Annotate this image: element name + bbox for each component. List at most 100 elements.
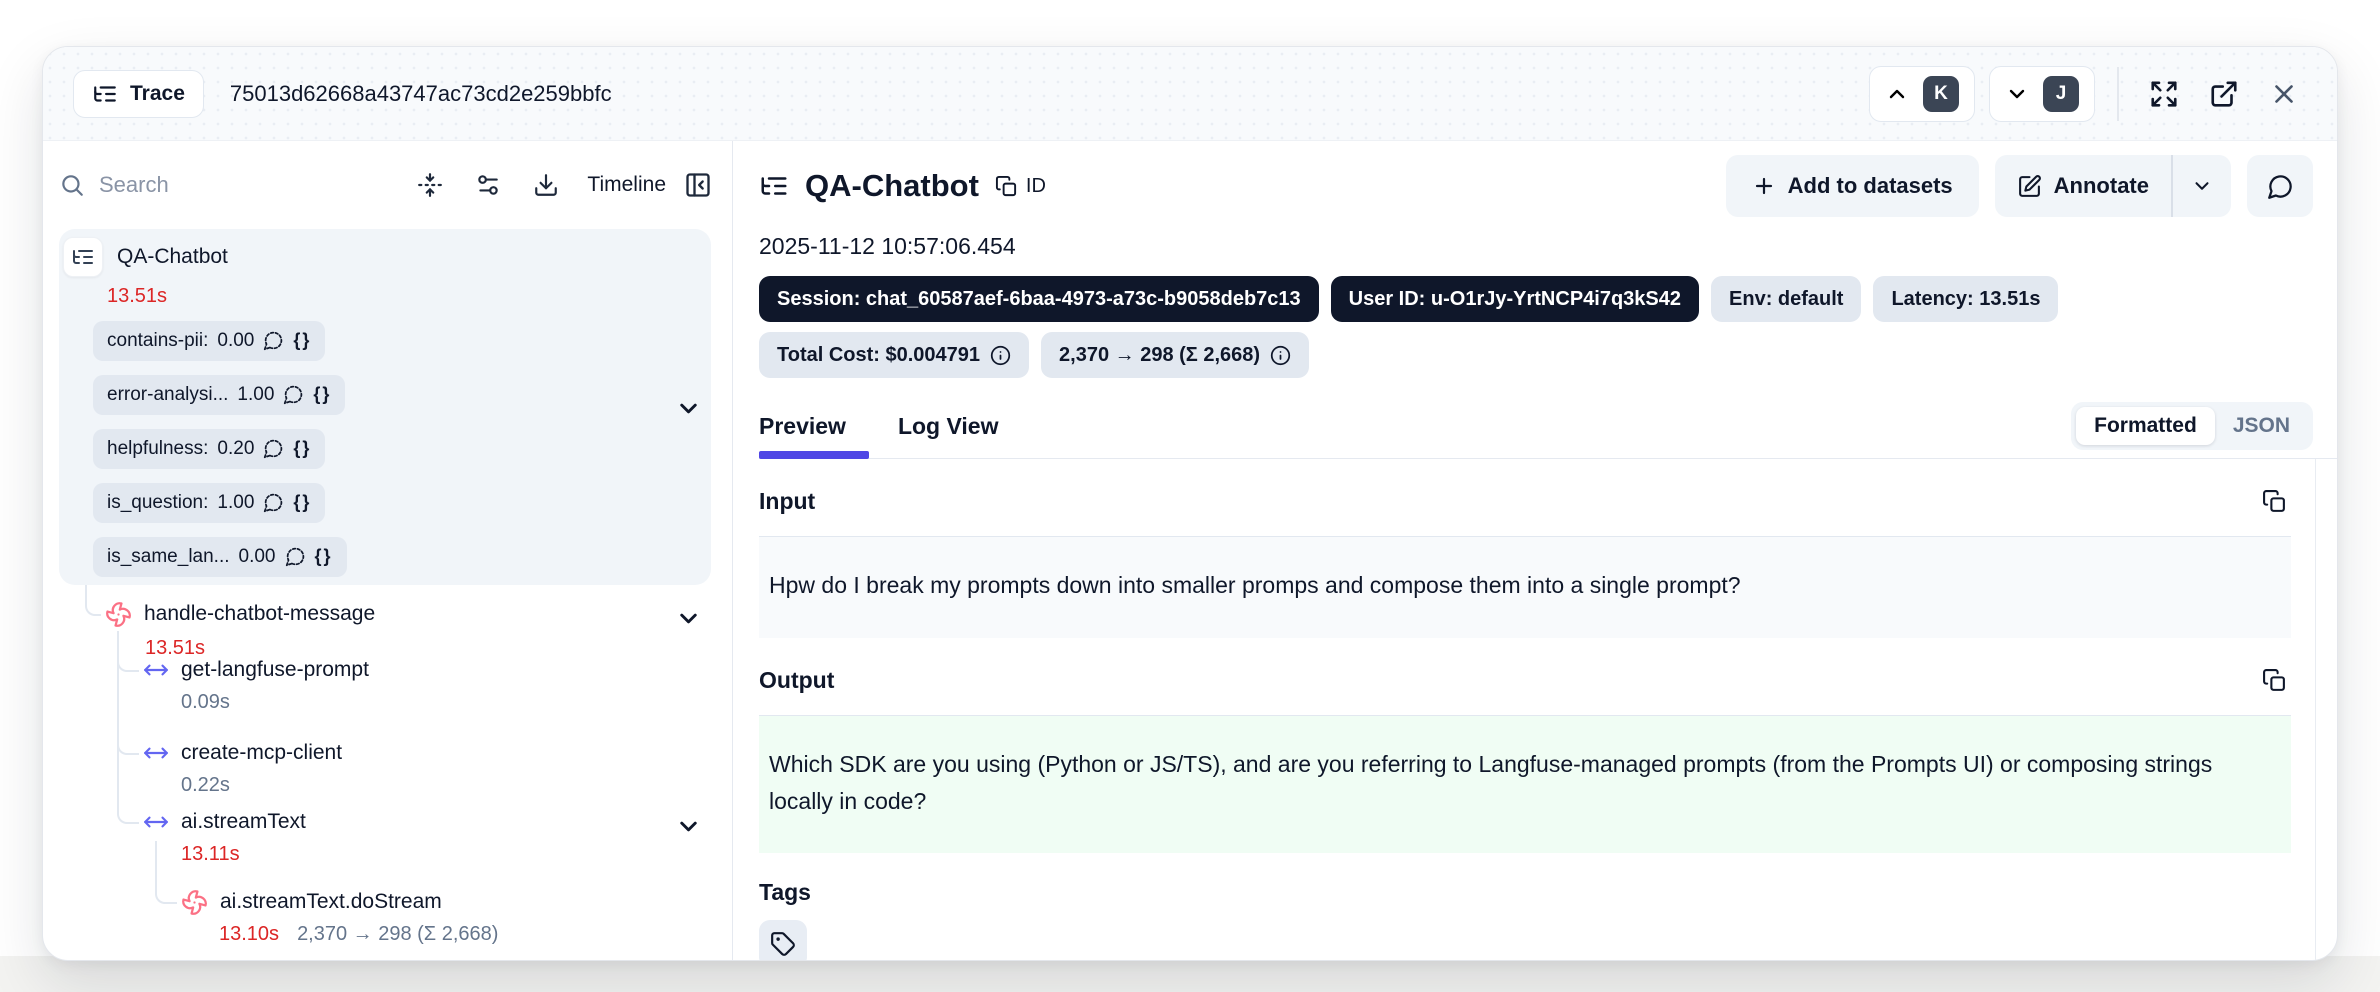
tree-node-label: get-langfuse-prompt bbox=[181, 658, 369, 682]
span-arrows-icon bbox=[143, 657, 169, 683]
score-badge-helpfulness[interactable]: helpfulness: 0.20 {} bbox=[93, 429, 325, 469]
copy-output-button[interactable] bbox=[2258, 664, 2291, 697]
tree-node-tokens: 2,370 → 298 (Σ 2,668) bbox=[297, 923, 498, 946]
close-icon bbox=[2269, 79, 2299, 109]
badge-row: Session: chat_60587aef-6baa-4973-a73c-b9… bbox=[759, 276, 2313, 322]
score-badge-error-analysis[interactable]: error-analysi... 1.00 {} bbox=[93, 375, 345, 415]
collapse-node-button[interactable] bbox=[673, 811, 704, 842]
annotate-button[interactable]: Annotate bbox=[1995, 155, 2171, 217]
keyboard-shortcut-j: J bbox=[2043, 76, 2079, 112]
list-tree-icon bbox=[92, 81, 118, 107]
comment-bubble-icon bbox=[2267, 173, 2294, 200]
download-icon bbox=[533, 172, 559, 198]
token-usage-label: 2,370 → 298 (Σ 2,668) bbox=[1059, 344, 1260, 367]
session-badge[interactable]: Session: chat_60587aef-6baa-4973-a73c-b9… bbox=[759, 276, 1319, 322]
tags-section-header: Tags bbox=[759, 879, 2291, 906]
collapse-all-button[interactable] bbox=[411, 166, 449, 204]
tree-node-qa-chatbot[interactable]: QA-Chatbot 13.51s contains-pii: 0.00 {} … bbox=[59, 229, 711, 585]
comment-bubble-icon bbox=[263, 438, 284, 459]
span-arrows-icon bbox=[143, 740, 169, 766]
tree-node-duration: 13.11s bbox=[181, 843, 240, 866]
tab-preview[interactable]: Preview bbox=[759, 413, 850, 458]
collapse-node-button[interactable] bbox=[673, 393, 704, 424]
open-external-button[interactable] bbox=[2201, 71, 2247, 117]
score-label: is_same_lan... bbox=[107, 546, 230, 568]
copy-input-button[interactable] bbox=[2258, 485, 2291, 518]
score-value: 1.00 bbox=[237, 384, 274, 406]
detail-tabs: Preview Log View Formatted JSON bbox=[759, 402, 2337, 459]
trace-id: 75013d62668a43747ac73cd2e259bbfc bbox=[230, 81, 1843, 107]
trace-tree-sidebar: Timeline QA-Chatb bbox=[43, 141, 733, 960]
tree-node-get-langfuse-prompt[interactable]: get-langfuse-prompt bbox=[143, 657, 369, 683]
tag-icon bbox=[770, 931, 796, 957]
tab-log-view[interactable]: Log View bbox=[898, 413, 1003, 458]
collapse-node-button[interactable] bbox=[673, 603, 704, 634]
comment-bubble-icon bbox=[283, 384, 304, 405]
tree-node-ai-streamtext-dostream[interactable]: ai.streamText.doStream bbox=[181, 889, 442, 916]
modal-header: Trace 75013d62668a43747ac73cd2e259bbfc K… bbox=[43, 47, 2337, 141]
scrollbar-gutter[interactable] bbox=[2315, 459, 2337, 961]
input-label: Input bbox=[759, 488, 815, 515]
score-badge-contains-pii[interactable]: contains-pii: 0.00 {} bbox=[93, 321, 325, 361]
annotate-label: Annotate bbox=[2054, 173, 2149, 199]
tree-node-ai-streamtext[interactable]: ai.streamText bbox=[143, 809, 306, 835]
tree-node-duration: 13.10s bbox=[219, 923, 279, 946]
chevron-down-icon bbox=[2005, 82, 2029, 106]
tree-node-handle-chatbot-message[interactable]: handle-chatbot-message bbox=[105, 601, 375, 628]
tree-node-label: QA-Chatbot bbox=[117, 245, 228, 269]
score-label: error-analysi... bbox=[107, 384, 228, 406]
square-pen-icon bbox=[2017, 174, 2042, 199]
preview-scroll-area: Input Hpw do I break my prompts down int… bbox=[759, 459, 2337, 961]
add-tag-button[interactable] bbox=[759, 920, 807, 961]
metadata-badges: Session: chat_60587aef-6baa-4973-a73c-b9… bbox=[759, 276, 2337, 378]
tree-root-row[interactable]: QA-Chatbot bbox=[63, 237, 228, 277]
score-label: helpfulness: bbox=[107, 438, 208, 460]
latency-badge: Latency: 13.51s bbox=[1873, 276, 2058, 322]
copy-icon bbox=[995, 175, 1018, 198]
collapse-sidebar-button[interactable] bbox=[678, 165, 718, 205]
timeline-toggle[interactable]: Timeline bbox=[587, 173, 666, 197]
user-id-badge[interactable]: User ID: u-O1rJy-YrtNCP4i7q3kS42 bbox=[1331, 276, 1699, 322]
tree-settings-button[interactable] bbox=[469, 166, 507, 204]
metadata-braces: {} bbox=[293, 438, 311, 459]
tree-node-create-mcp-client[interactable]: create-mcp-client bbox=[143, 740, 342, 766]
input-content: Hpw do I break my prompts down into smal… bbox=[759, 536, 2291, 638]
chevron-down-icon bbox=[675, 605, 702, 632]
close-button[interactable] bbox=[2261, 71, 2307, 117]
score-label: is_question: bbox=[107, 492, 208, 514]
chevron-down-icon bbox=[2191, 175, 2213, 197]
add-to-datasets-button[interactable]: Add to datasets bbox=[1726, 155, 1979, 217]
comments-button[interactable] bbox=[2247, 155, 2313, 217]
score-badge-is-question[interactable]: is_question: 1.00 {} bbox=[93, 483, 325, 523]
panel-left-close-icon bbox=[684, 171, 712, 199]
annotate-dropdown-button[interactable] bbox=[2173, 155, 2231, 217]
format-json-option[interactable]: JSON bbox=[2215, 407, 2308, 445]
score-label: contains-pii: bbox=[107, 330, 208, 352]
comment-bubble-icon bbox=[263, 330, 284, 351]
trace-peek-modal: Trace 75013d62668a43747ac73cd2e259bbfc K… bbox=[42, 46, 2338, 961]
expand-button[interactable] bbox=[2141, 71, 2187, 117]
keyboard-shortcut-k: K bbox=[1923, 76, 1959, 112]
format-formatted-option[interactable]: Formatted bbox=[2076, 407, 2215, 445]
output-section-header: Output bbox=[759, 664, 2291, 697]
download-button[interactable] bbox=[527, 166, 565, 204]
nav-previous-button[interactable]: K bbox=[1869, 66, 1975, 122]
score-badge-is-same-language[interactable]: is_same_lan... 0.00 {} bbox=[93, 537, 347, 577]
trace-tree: QA-Chatbot 13.51s contains-pii: 0.00 {} … bbox=[59, 223, 718, 960]
comment-bubble-icon bbox=[285, 546, 306, 567]
nav-next-button[interactable]: J bbox=[1989, 66, 2095, 122]
agent-fan-icon bbox=[181, 889, 208, 916]
output-content: Which SDK are you using (Python or JS/TS… bbox=[759, 715, 2291, 854]
score-value: 0.00 bbox=[239, 546, 276, 568]
copy-id-button[interactable]: ID bbox=[995, 175, 1046, 198]
search-input[interactable] bbox=[99, 172, 329, 198]
chevron-up-icon bbox=[1885, 82, 1909, 106]
score-value: 0.20 bbox=[217, 438, 254, 460]
comment-bubble-icon bbox=[263, 492, 284, 513]
plus-icon bbox=[1752, 174, 1776, 198]
score-value: 0.00 bbox=[217, 330, 254, 352]
chevron-down-icon bbox=[675, 395, 702, 422]
format-toggle: Formatted JSON bbox=[2071, 402, 2313, 450]
tree-node-label: ai.streamText.doStream bbox=[220, 890, 442, 914]
sliders-icon bbox=[475, 172, 501, 198]
